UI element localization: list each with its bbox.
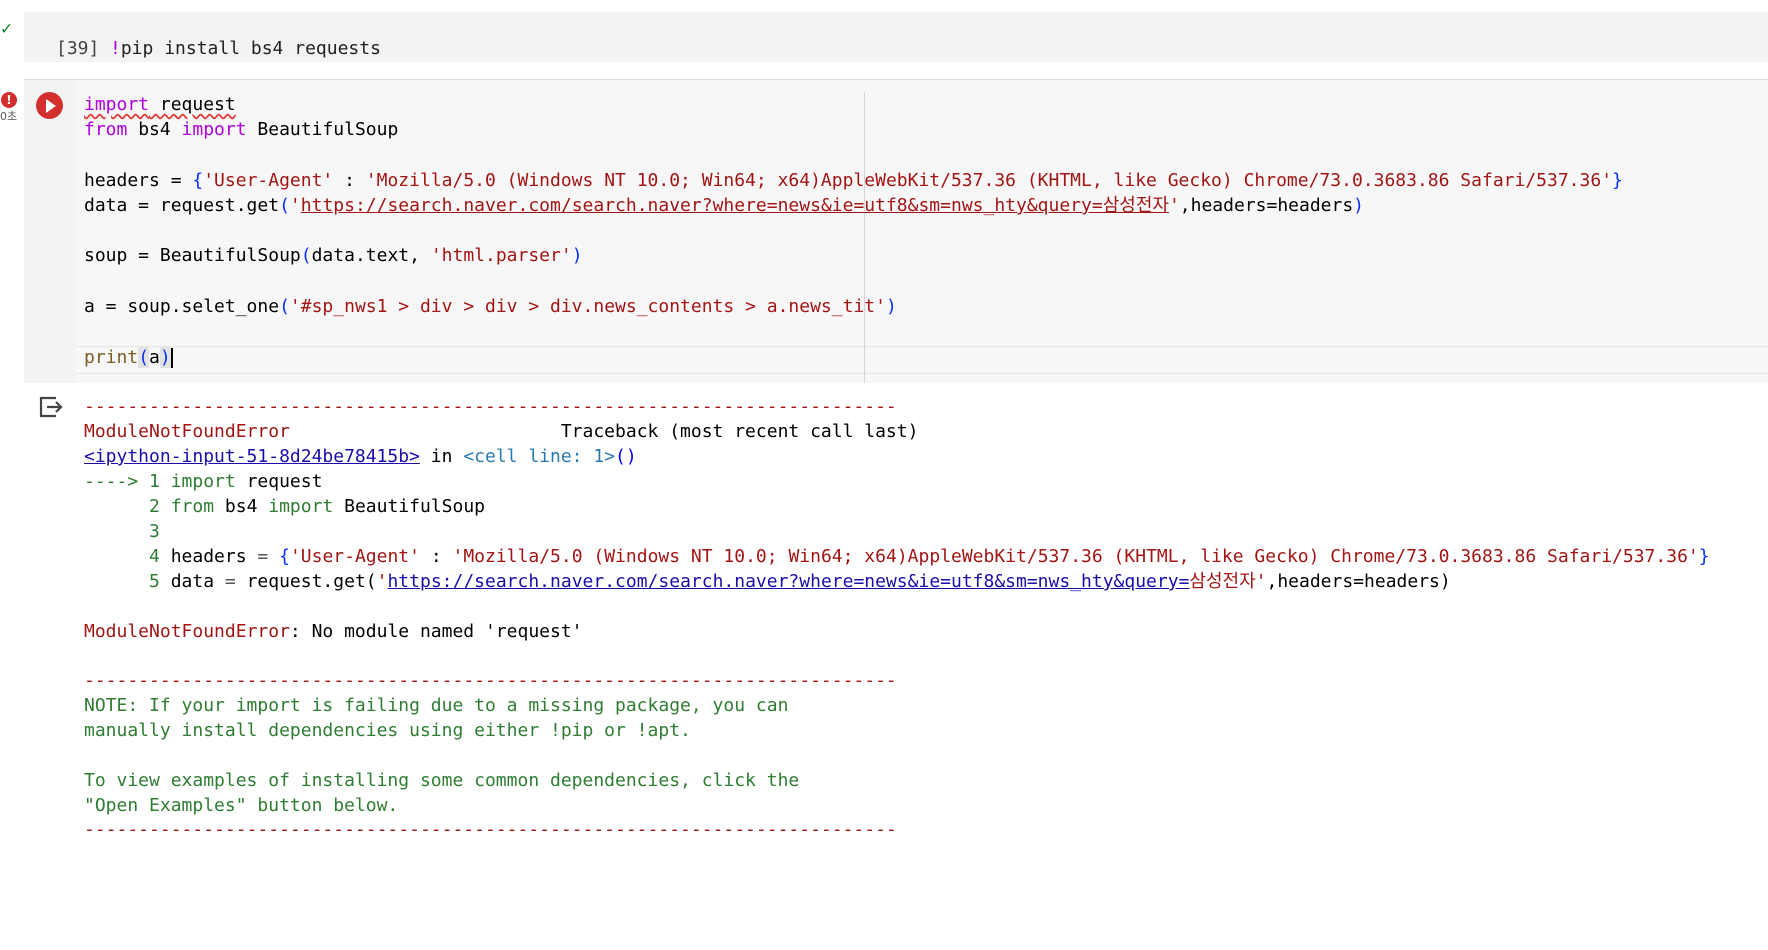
error-squiggle: import request	[84, 94, 236, 115]
run-duration: 0초	[0, 110, 18, 123]
pip-command: pip install bs4 requests	[120, 38, 381, 59]
separator-line: ----------------------------------------…	[84, 670, 897, 691]
code-line-5: data = request.get('https://search.naver…	[84, 195, 1365, 216]
traceback-frame-3: 3	[84, 521, 160, 542]
code-line-7: soup = BeautifulSoup(data.text, 'html.pa…	[84, 245, 583, 266]
note-line-4: "Open Examples" button below.	[84, 795, 399, 816]
code-line-9: a = soup.selet_one('#sp_nws1 > div > div…	[84, 296, 897, 317]
execution-count: [39]	[56, 38, 100, 59]
text-cursor	[170, 348, 173, 368]
traceback-frame-1: ----> 1 import request	[84, 471, 323, 492]
check-icon: ✓	[1, 18, 12, 39]
editor-ruler	[864, 92, 865, 383]
traceback-frame-2: 2 from bs4 import BeautifulSoup	[84, 496, 485, 517]
note-line-1: NOTE: If your import is failing due to a…	[84, 695, 789, 716]
error-header: ModuleNotFoundError Traceback (most rece…	[84, 421, 919, 442]
traceback-location: <ipython-input-51-8d24be78415b> in <cell…	[84, 446, 637, 467]
traceback-frame-4: 4 headers = {'User-Agent' : 'Mozilla/5.0…	[84, 546, 1710, 567]
cell-output	[24, 384, 1768, 950]
error-message: ModuleNotFoundError: No module named 're…	[84, 621, 583, 642]
error-status-icon: !	[1, 92, 17, 108]
traceback-frame-5: 5 data = request.get('https://search.nav…	[84, 571, 1451, 592]
url-link[interactable]: https://search.naver.com/search.naver?wh…	[301, 195, 1169, 216]
note-line-3: To view examples of installing some comm…	[84, 770, 800, 791]
play-icon[interactable]	[36, 92, 63, 119]
code-line-4: headers = {'User-Agent' : 'Mozilla/5.0 (…	[84, 170, 1623, 191]
ipython-input-link[interactable]: <ipython-input-51-8d24be78415b>	[84, 446, 420, 467]
code-cell-pip[interactable]: [39] !pip install bs4 requests	[24, 12, 1768, 62]
separator-line: ----------------------------------------…	[84, 396, 897, 417]
traceback-url-link[interactable]: https://search.naver.com/search.naver?wh…	[387, 571, 1189, 592]
cell-gutter	[24, 80, 76, 383]
code-line-1: import request	[84, 94, 236, 116]
code-line-2: from bs4 import BeautifulSoup	[84, 119, 399, 140]
note-line-2: manually install dependencies using eith…	[84, 720, 691, 741]
cell-code[interactable]: !pip install bs4 requests	[110, 38, 381, 59]
code-line-11: print(a)	[84, 347, 173, 368]
bang-token: !	[110, 38, 121, 59]
separator-line: ----------------------------------------…	[84, 819, 897, 840]
current-line-highlight	[76, 346, 1768, 374]
output-redirect-icon[interactable]	[36, 393, 64, 421]
